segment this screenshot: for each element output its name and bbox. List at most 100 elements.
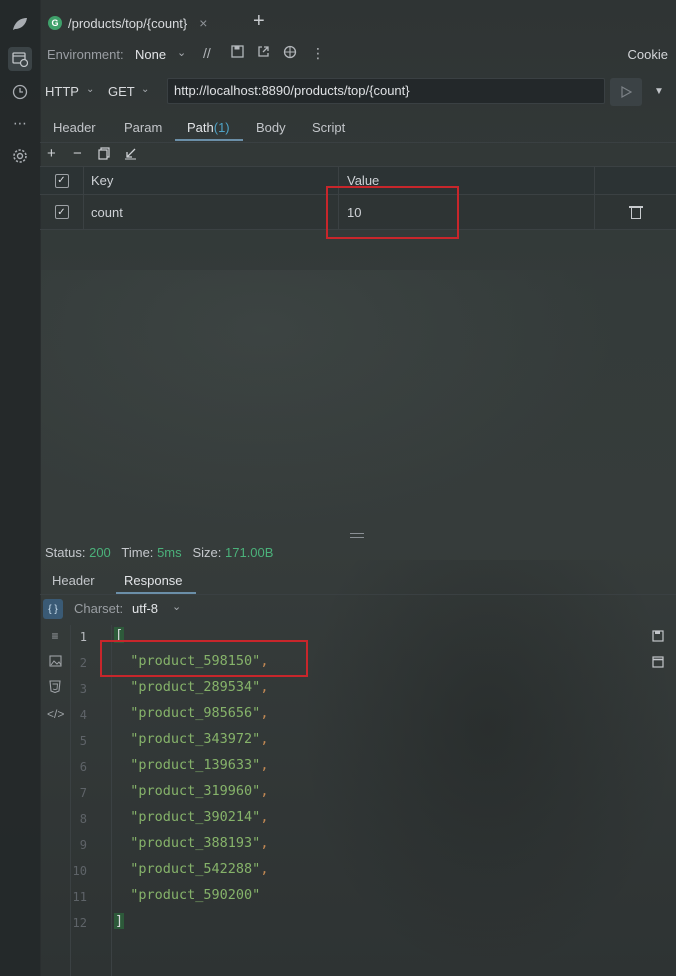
image-view-icon[interactable] bbox=[47, 655, 63, 670]
tab-products-top[interactable]: G /products/top/{count} × bbox=[48, 8, 244, 38]
line-number: 5 bbox=[79, 734, 87, 748]
response-tabs: Header Response bbox=[40, 570, 676, 595]
tab-path[interactable]: Path(1) bbox=[187, 120, 230, 135]
send-options-icon[interactable]: ▼ bbox=[654, 86, 664, 97]
request-url-bar: HTTP ⌄ GET ⌄ http://localhost:8890/produ… bbox=[40, 76, 676, 108]
tab-header[interactable]: Header bbox=[53, 120, 96, 135]
code-line: [ bbox=[114, 627, 125, 643]
charset-bar: { } Charset: utf-8 ⌄ bbox=[40, 598, 676, 620]
row-checkbox[interactable]: ✓ bbox=[54, 205, 69, 219]
http-file-icon: G bbox=[48, 16, 62, 30]
active-tab-indicator bbox=[175, 139, 243, 141]
chevron-down-icon[interactable]: ⌄ bbox=[86, 84, 94, 95]
time-label: Time: bbox=[121, 545, 154, 560]
chevron-down-icon[interactable]: ⌄ bbox=[172, 600, 181, 613]
code-line: "product_343972", bbox=[130, 731, 269, 747]
json-string: "product_289534" bbox=[130, 679, 261, 695]
chevron-down-icon[interactable]: ⌄ bbox=[141, 84, 149, 95]
json-string: "product_390214" bbox=[130, 809, 261, 825]
remove-icon[interactable]: − bbox=[73, 145, 82, 162]
copy-icon[interactable] bbox=[98, 147, 111, 164]
import-icon[interactable] bbox=[124, 147, 137, 164]
json-string: "product_139633" bbox=[130, 757, 261, 773]
add-icon[interactable]: + bbox=[47, 145, 56, 162]
settings-icon[interactable] bbox=[8, 144, 32, 168]
value-column-header: Value bbox=[339, 167, 595, 194]
line-number: 8 bbox=[79, 812, 87, 826]
trash-icon[interactable] bbox=[628, 205, 643, 219]
html-view-icon[interactable] bbox=[47, 680, 63, 696]
line-number: 9 bbox=[79, 838, 87, 852]
cookie-button[interactable]: Cookie bbox=[628, 47, 668, 62]
chevron-down-icon[interactable]: ⌄ bbox=[177, 46, 186, 59]
line-number: 3 bbox=[79, 682, 87, 696]
save-response-icon[interactable] bbox=[652, 630, 664, 645]
line-number-gutter: 1 2 3 4 5 6 7 8 9 10 11 12 bbox=[71, 625, 112, 976]
text-view-icon[interactable]: ≡ bbox=[47, 629, 63, 643]
save-icon[interactable] bbox=[231, 45, 244, 61]
history-icon[interactable] bbox=[8, 80, 32, 104]
line-number: 10 bbox=[72, 864, 87, 878]
protocol-select[interactable]: HTTP bbox=[45, 84, 79, 99]
json-string: "product_590200" bbox=[130, 887, 261, 903]
param-value[interactable]: 10 bbox=[339, 195, 595, 229]
more-icon[interactable]: ⋯ bbox=[8, 111, 32, 135]
request-tabs: Header Param Path(1) Body Script bbox=[40, 114, 676, 143]
window-icon[interactable] bbox=[652, 656, 664, 671]
table-header: ✓ Key Value bbox=[40, 166, 676, 195]
http-client-icon[interactable] bbox=[8, 47, 32, 71]
leaf-icon[interactable] bbox=[8, 12, 32, 36]
line-number: 7 bbox=[79, 786, 87, 800]
json-string: "product_319960" bbox=[130, 783, 261, 799]
code-line: ] bbox=[114, 913, 125, 929]
code-view-icon[interactable]: </> bbox=[47, 707, 64, 721]
table-row: ✓ count 10 bbox=[40, 195, 676, 230]
method-select[interactable]: GET bbox=[108, 84, 135, 99]
close-bracket: ] bbox=[114, 913, 125, 929]
tab-title: /products/top/{count} bbox=[68, 15, 188, 31]
more-vertical-icon[interactable]: ⋮ bbox=[311, 45, 325, 62]
code-line: "product_542288", bbox=[130, 861, 269, 877]
code-line: "product_985656", bbox=[130, 705, 269, 721]
tab-body[interactable]: Body bbox=[256, 120, 286, 135]
url-input[interactable]: http://localhost:8890/products/top/{coun… bbox=[167, 78, 605, 104]
key-column-header: Key bbox=[84, 167, 339, 194]
environment-label: Environment: bbox=[47, 47, 124, 62]
code-line: "product_390214", bbox=[130, 809, 269, 825]
send-button[interactable] bbox=[610, 78, 642, 106]
tab-response[interactable]: Response bbox=[124, 573, 183, 588]
script-icon[interactable]: // bbox=[203, 45, 211, 61]
charset-select[interactable]: utf-8 bbox=[132, 601, 158, 616]
open-external-icon[interactable] bbox=[257, 45, 270, 61]
line-number: 1 bbox=[79, 630, 87, 644]
size-value: 171.00B bbox=[225, 545, 274, 560]
tab-script[interactable]: Script bbox=[312, 120, 345, 135]
line-number: 12 bbox=[72, 916, 87, 930]
environment-select[interactable]: None bbox=[135, 47, 166, 62]
open-bracket: [ bbox=[114, 627, 125, 643]
code-line: "product_139633", bbox=[130, 757, 269, 773]
line-number: 6 bbox=[79, 760, 87, 774]
tab-response-header[interactable]: Header bbox=[52, 573, 95, 588]
environment-bar: Environment: None ⌄ // ⋮ Cookie bbox=[47, 44, 676, 66]
line-number: 11 bbox=[72, 890, 87, 904]
response-body[interactable]: 1 2 3 4 5 6 7 8 9 10 11 12 [ "product_59… bbox=[70, 625, 647, 976]
add-tab-icon[interactable]: + bbox=[253, 10, 265, 33]
status-value: 200 bbox=[89, 545, 111, 560]
select-all-checkbox[interactable]: ✓ bbox=[54, 173, 69, 188]
target-icon[interactable] bbox=[283, 45, 297, 62]
code-line: "product_289534", bbox=[130, 679, 269, 695]
params-table: ✓ Key Value ✓ count 10 bbox=[40, 166, 676, 230]
json-string: "product_388193" bbox=[130, 835, 261, 851]
close-icon[interactable]: × bbox=[199, 15, 207, 31]
play-icon bbox=[621, 86, 632, 98]
panel-splitter[interactable] bbox=[350, 533, 364, 538]
time-value: 5ms bbox=[157, 545, 182, 560]
code-line: "product_590200" bbox=[114, 887, 260, 903]
code-line: "product_598150", bbox=[130, 653, 269, 669]
format-icon[interactable]: { } bbox=[43, 599, 63, 619]
tab-param[interactable]: Param bbox=[124, 120, 162, 135]
code-line: "product_319960", bbox=[130, 783, 269, 799]
param-key[interactable]: count bbox=[84, 195, 339, 229]
status-label: Status: bbox=[45, 545, 86, 560]
